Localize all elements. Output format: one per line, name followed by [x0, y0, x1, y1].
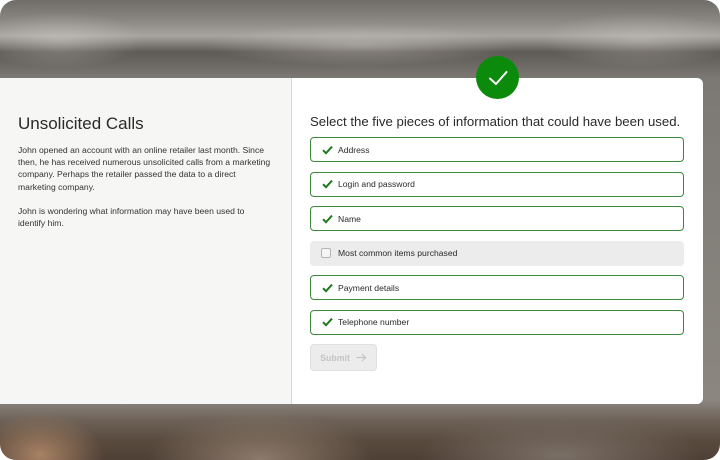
option-telephone-number[interactable]: Telephone number — [310, 309, 684, 335]
checkmark-icon — [488, 70, 507, 85]
option-address[interactable]: Address — [310, 137, 684, 162]
option-label: Login and password — [338, 179, 415, 189]
success-badge — [476, 56, 519, 99]
option-most-common-items-purchased[interactable]: Most common items purchased — [310, 240, 684, 266]
option-payment-details[interactable]: Payment details — [310, 275, 684, 300]
arrow-right-icon — [356, 353, 367, 362]
option-label: Most common items purchased — [338, 248, 458, 258]
screen-frame: Unsolicited Calls John opened an account… — [0, 0, 720, 460]
option-label: Name — [338, 213, 361, 224]
check-icon — [321, 178, 333, 190]
empty-checkbox-icon — [321, 248, 331, 258]
scenario-paragraph-1: John opened an account with an online re… — [18, 145, 271, 192]
check-icon — [321, 144, 333, 156]
option-label: Payment details — [338, 282, 400, 293]
check-icon — [321, 213, 333, 225]
submit-label: Submit — [320, 352, 350, 363]
check-icon — [321, 282, 333, 294]
option-label: Telephone number — [338, 317, 410, 327]
activity-card: Unsolicited Calls John opened an account… — [0, 78, 703, 404]
scenario-panel: Unsolicited Calls John opened an account… — [0, 78, 292, 404]
check-icon — [321, 316, 333, 328]
option-label: Address — [338, 144, 370, 155]
scenario-paragraph-2: John is wondering what information may h… — [18, 205, 245, 229]
scenario-title: Unsolicited Calls — [18, 114, 144, 133]
submit-button[interactable]: Submit — [310, 344, 377, 371]
question-panel: Select the five pieces of information th… — [292, 78, 703, 404]
option-login-and-password[interactable]: Login and password — [310, 171, 684, 197]
question-text: Select the five pieces of information th… — [310, 114, 681, 129]
option-name[interactable]: Name — [310, 206, 684, 231]
